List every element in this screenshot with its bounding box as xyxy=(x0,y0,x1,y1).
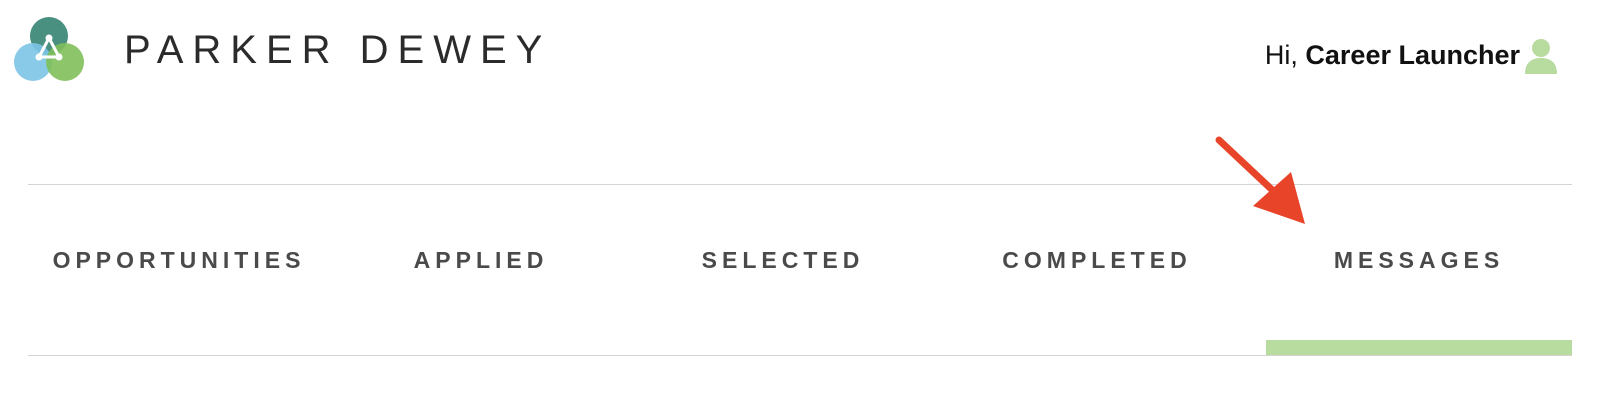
red-arrow-icon xyxy=(1215,136,1305,224)
tab-label: OPPORTUNITIES xyxy=(52,247,306,273)
tab-applied[interactable]: APPLIED xyxy=(330,185,632,355)
page: PARKER DEWEY Hi, Career Launcher OPPORTU… xyxy=(0,0,1600,406)
tab-label: SELECTED xyxy=(701,247,865,273)
user-greeting[interactable]: Hi, Career Launcher xyxy=(1265,38,1520,72)
parker-dewey-logo-icon[interactable] xyxy=(12,14,86,84)
tab-label: APPLIED xyxy=(413,247,549,273)
main-tabs: OPPORTUNITIES APPLIED SELECTED COMPLETED… xyxy=(28,185,1572,355)
tab-label: COMPLETED xyxy=(1002,247,1192,273)
user-name: Career Launcher xyxy=(1305,40,1520,70)
active-tab-indicator xyxy=(1266,340,1572,355)
nav-bottom-divider xyxy=(28,355,1572,356)
brand-name[interactable]: PARKER DEWEY xyxy=(124,26,551,74)
user-avatar-icon[interactable] xyxy=(1524,38,1558,76)
tab-selected[interactable]: SELECTED xyxy=(632,185,934,355)
tab-label: MESSAGES xyxy=(1333,247,1505,273)
tab-opportunities[interactable]: OPPORTUNITIES xyxy=(28,185,330,355)
greeting-prefix: Hi, xyxy=(1264,40,1298,70)
